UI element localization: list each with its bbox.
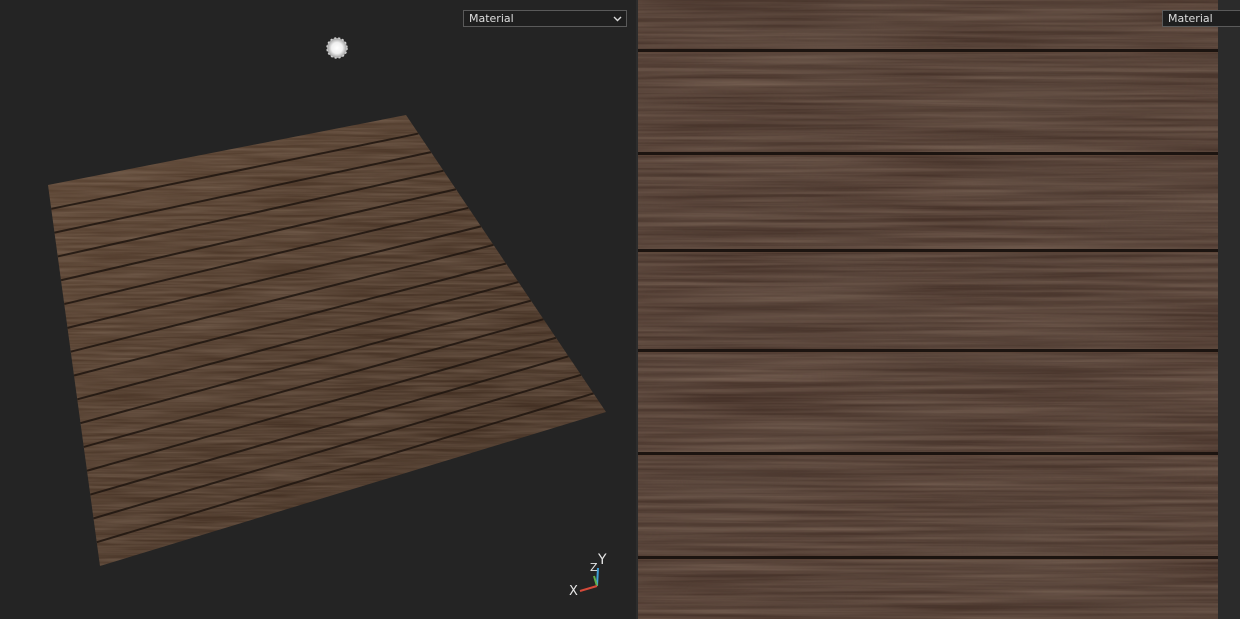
plank-edge-highlight [638, 252, 1218, 253]
plank-gap [638, 556, 1218, 559]
chevron-down-icon [613, 16, 622, 22]
plank-edge-highlight [638, 155, 1218, 156]
axis-z-label: Z [590, 561, 598, 574]
material-select-2d-value: Material [1168, 12, 1213, 25]
plank-gap [638, 349, 1218, 352]
axis-gizmo: Y Z X [566, 552, 612, 600]
axis-y-label: Y [598, 552, 607, 568]
texture-side-strip [1218, 0, 1240, 619]
material-select-2d[interactable]: Material [1162, 10, 1240, 27]
axis-x-label: X [569, 584, 578, 599]
plank-gap [638, 152, 1218, 155]
wood-floor-plane[interactable] [0, 0, 636, 619]
material-select-3d-value: Material [469, 12, 514, 25]
3d-viewport[interactable]: Material Y Z X [0, 0, 636, 619]
plank-gap [638, 49, 1218, 52]
plank-gap [638, 452, 1218, 455]
texture-viewport[interactable]: Material [638, 0, 1240, 619]
plank-edge-highlight [638, 455, 1218, 456]
material-select-3d[interactable]: Material [463, 10, 627, 27]
plank-edge-highlight [638, 52, 1218, 53]
light-source-icon[interactable] [324, 35, 350, 61]
plank-edge-highlight [638, 559, 1218, 560]
wood-texture-preview [638, 0, 1218, 619]
plank-edge-highlight [638, 352, 1218, 353]
plank-gap [638, 249, 1218, 252]
